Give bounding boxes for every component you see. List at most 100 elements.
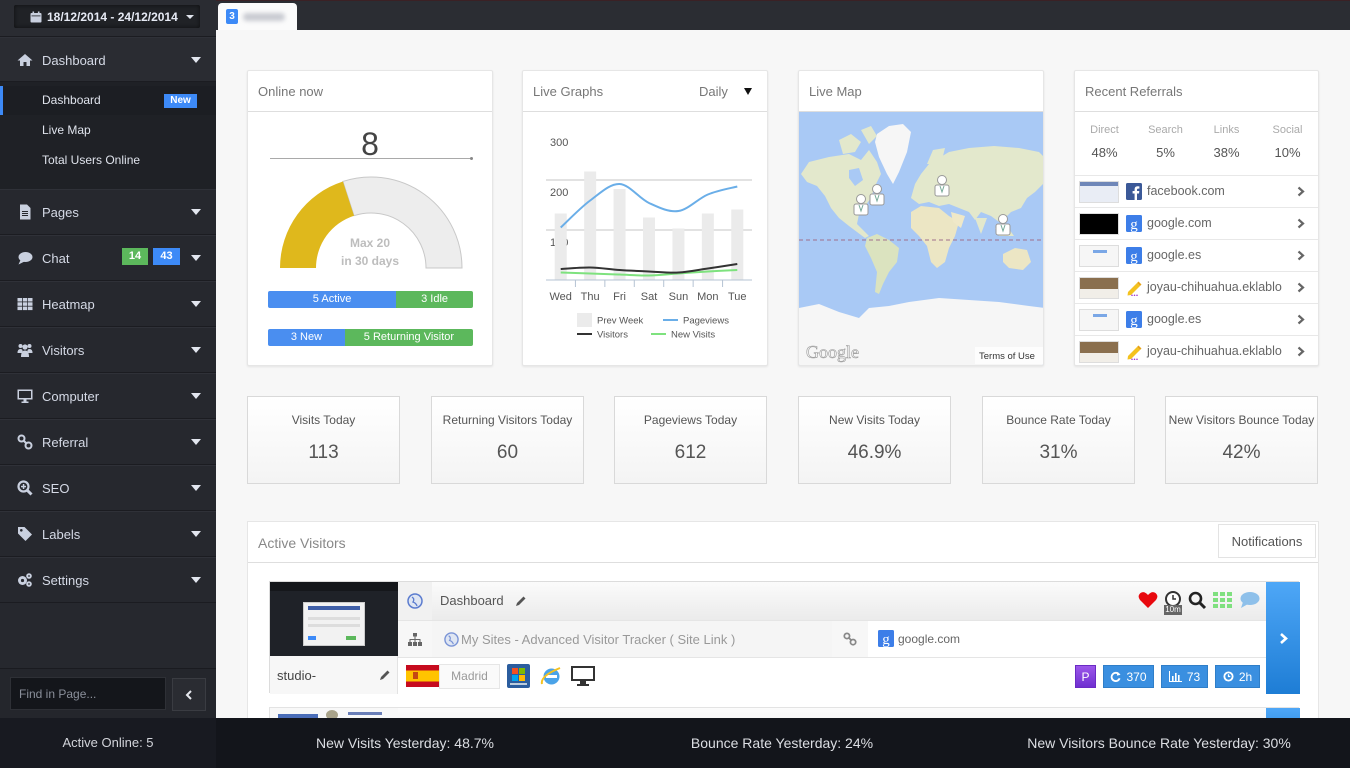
thumb-field (308, 617, 360, 620)
new-badge: New (164, 94, 197, 108)
map-logo: Google (806, 342, 859, 362)
stat-value: 38% (1213, 145, 1240, 160)
heatmap-grid-icon[interactable] (1213, 592, 1232, 608)
referral-item[interactable]: joyau-chihuahua.eklablo (1075, 271, 1318, 303)
period-select[interactable]: Daily (699, 84, 728, 99)
x-tick-label: Sat (641, 291, 658, 303)
sidebar-item-referral[interactable]: Referral (0, 419, 216, 465)
refresh-count: 370 (1126, 669, 1147, 684)
time-on-page-tag: 10m (1164, 605, 1182, 615)
edit-pencil-icon[interactable] (515, 595, 527, 607)
search-icon[interactable] (1188, 591, 1207, 610)
google-icon: g (1126, 311, 1142, 328)
submenu-item-total-users-online[interactable]: Total Users Online (0, 146, 216, 175)
visitor-page-thumbnail[interactable] (270, 582, 398, 656)
google-icon: g (878, 630, 894, 647)
monitor-icon (17, 388, 33, 404)
sidebar-item-computer[interactable]: Computer (0, 373, 216, 419)
sidebar-item-heatmap[interactable]: Heatmap (0, 281, 216, 327)
sidebar-item-labels[interactable]: Labels (0, 511, 216, 557)
legend-label: Pageviews (683, 316, 729, 327)
site-link[interactable]: My Sites - Advanced Visitor Tracker ( Si… (461, 632, 735, 647)
clock-icon (1223, 671, 1234, 682)
card-title: Live Graphs (533, 84, 604, 99)
referral-item[interactable]: joyau-chihuahua.eklablo (1075, 335, 1318, 365)
bar-chart-icon (1168, 671, 1182, 682)
chevron-right-icon (1297, 186, 1305, 197)
internet-explorer-icon (540, 667, 561, 685)
collapse-sidebar-button[interactable] (172, 678, 206, 711)
referral-site: google.es (1147, 248, 1202, 262)
date-range-label: 18/12/2014 - 24/12/2014 (47, 9, 178, 24)
referral-thumbnail (1079, 245, 1119, 267)
refresh-count-badge[interactable]: 370 (1103, 665, 1154, 688)
active-idle-bar: 5 Active 3 Idle (268, 291, 473, 308)
sidebar-item-seo[interactable]: SEO (0, 465, 216, 511)
footer-sidebar-section: Active Online: 5 (0, 718, 216, 768)
stat-bounce-rate-today: Bounce Rate Today 31% (982, 396, 1135, 484)
chevron-right-icon (1297, 346, 1305, 357)
chat-bubble-icon[interactable] (1239, 591, 1260, 609)
chart-count-badge[interactable]: 73 (1161, 665, 1208, 688)
date-range-button[interactable]: 18/12/2014 - 24/12/2014 (14, 5, 200, 28)
visitor-details-button[interactable] (1266, 582, 1300, 694)
visitor-current-page[interactable]: Dashboard (440, 593, 504, 608)
edit-pencil-icon[interactable] (379, 669, 391, 681)
x-tick-label: Sun (669, 291, 689, 303)
submenu-item-dashboard[interactable]: Dashboard New (0, 86, 216, 115)
sidebar-item-visitors[interactable]: Visitors (0, 327, 216, 373)
home-icon (17, 52, 33, 68)
new-segment: 3 New (268, 329, 345, 346)
submenu-item-live-map[interactable]: Live Map (0, 116, 216, 145)
svg-text:g: g (1130, 249, 1138, 264)
thumb-login-box (303, 602, 365, 646)
referral-item[interactable]: g google.com (1075, 207, 1318, 239)
submenu-item-label: Live Map (42, 123, 91, 137)
chevron-down-icon (191, 531, 201, 537)
card-title: Recent Referrals (1085, 84, 1183, 99)
thumb-bar (308, 606, 360, 610)
caret-down-icon[interactable] (744, 88, 752, 95)
stat-label: Returning Visitors Today (442, 413, 573, 427)
facebook-icon (1126, 183, 1142, 200)
gears-icon (17, 572, 33, 588)
chat-blue-badge: 43 (153, 248, 180, 265)
session-time-badge[interactable]: 2h (1215, 665, 1260, 688)
thumb-text (348, 712, 382, 715)
notifications-button[interactable]: Notifications (1218, 524, 1316, 558)
world-map[interactable]: Google Terms of Use (799, 112, 1044, 366)
terms-of-use-link[interactable]: Terms of Use (979, 351, 1035, 362)
thumb-button (346, 636, 356, 640)
site-link-cell[interactable]: My Sites - Advanced Visitor Tracker ( Si… (432, 621, 832, 657)
stat-label: Search (1148, 124, 1183, 136)
svg-text:g: g (1130, 313, 1138, 328)
sidebar-item-pages[interactable]: Pages (0, 189, 216, 235)
site-tab[interactable]: 3 (218, 3, 297, 30)
tab-count-badge: 3 (226, 9, 238, 24)
find-in-page-input[interactable] (10, 677, 166, 710)
stat-label: New Visits Today (829, 413, 920, 427)
chevron-left-icon (185, 689, 192, 700)
referral-thumbnail (1079, 341, 1119, 363)
sidebar-item-label: Heatmap (42, 297, 95, 312)
referral-item[interactable]: g google.es (1075, 303, 1318, 335)
pencil-icon (1127, 345, 1142, 360)
referral-item[interactable]: g google.es (1075, 239, 1318, 271)
stat-label: New Visitors Bounce Today (1168, 413, 1315, 427)
referral-item[interactable]: facebook.com (1075, 175, 1318, 207)
heart-icon[interactable] (1138, 591, 1158, 609)
sidebar-item-dashboard[interactable]: Dashboard (0, 37, 216, 82)
desktop-icon (571, 666, 595, 686)
legend-label: Prev Week (597, 316, 644, 327)
sidebar-item-settings[interactable]: Settings (0, 557, 216, 603)
calendar-icon (30, 11, 42, 22)
plan-badge[interactable]: P (1075, 665, 1096, 688)
stat-value: 42% (1222, 442, 1261, 463)
referrer-site[interactable]: google.com (898, 632, 960, 646)
referral-stat-search: Search 5% (1135, 124, 1196, 160)
windows-7-icon (507, 664, 530, 688)
chevron-down-icon (191, 577, 201, 583)
sidebar-item-chat[interactable]: Chat 14 43 (0, 235, 216, 281)
tab-label-blurred (243, 13, 285, 21)
chevron-right-icon (1297, 282, 1305, 293)
